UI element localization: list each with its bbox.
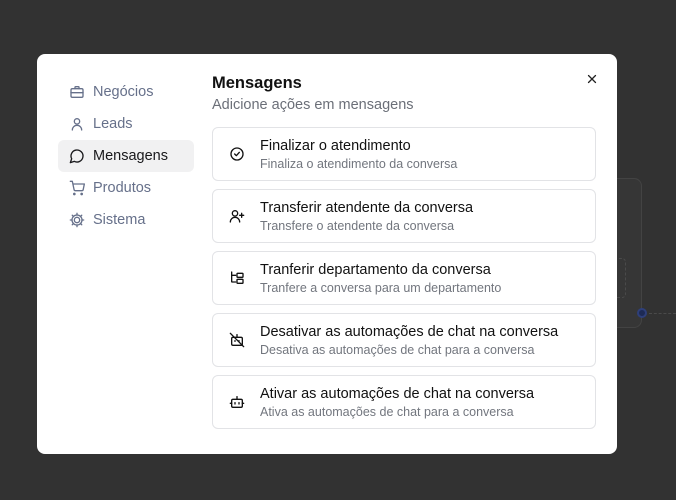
sidebar-item-label: Negócios — [93, 84, 154, 100]
shopping-cart-icon — [69, 180, 85, 196]
action-description: Desativa as automações de chat para a co… — [260, 343, 535, 357]
action-desativar-automacoes[interactable]: Desativar as automações de chat na conve… — [212, 313, 596, 367]
category-sidebar: Negócios Leads Mensagens Produtos Sistem… — [58, 76, 194, 236]
sidebar-item-mensagens[interactable]: Mensagens — [58, 140, 194, 172]
action-description: Tranfere a conversa para um departamento — [260, 281, 502, 295]
action-description: Transfere o atendente da conversa — [260, 219, 455, 233]
action-transferir-departamento[interactable]: Tranferir departamento da conversa Tranf… — [212, 251, 596, 305]
user-icon — [69, 116, 85, 132]
sidebar-item-label: Produtos — [93, 180, 152, 196]
action-title: Desativar as automações de chat na conve… — [260, 324, 559, 340]
action-description: Ativa as automações de chat para a conve… — [260, 405, 514, 419]
background-node-handle — [637, 308, 647, 318]
action-title: Ativar as automações de chat na conversa — [260, 386, 535, 402]
sidebar-item-label: Leads — [93, 116, 133, 132]
action-ativar-automacoes[interactable]: Ativar as automações de chat na conversa… — [212, 375, 596, 429]
sidebar-item-leads[interactable]: Leads — [58, 108, 194, 140]
action-finalizar-atendimento[interactable]: Finalizar o atendimento Finaliza o atend… — [212, 127, 596, 181]
sidebar-item-label: Mensagens — [93, 148, 168, 164]
action-title: Finalizar o atendimento — [260, 138, 411, 154]
sidebar-item-sistema[interactable]: Sistema — [58, 204, 194, 236]
action-title: Transferir atendente da conversa — [260, 200, 474, 216]
bot-off-icon — [229, 332, 245, 348]
sidebar-item-negocios[interactable]: Negócios — [58, 76, 194, 108]
cog-icon — [69, 212, 85, 228]
panel-subtitle: Adicione ações em mensagens — [212, 97, 414, 113]
background-edge — [649, 313, 676, 314]
circle-check-icon — [229, 146, 245, 162]
add-action-modal: Negócios Leads Mensagens Produtos Sistem… — [37, 54, 617, 454]
action-title: Tranferir departamento da conversa — [260, 262, 491, 278]
action-description: Finaliza o atendimento da conversa — [260, 157, 458, 171]
action-list: Finalizar o atendimento Finaliza o atend… — [212, 127, 596, 429]
panel-title: Mensagens — [212, 74, 302, 92]
sidebar-item-produtos[interactable]: Produtos — [58, 172, 194, 204]
action-transferir-atendente[interactable]: Transferir atendente da conversa Transfe… — [212, 189, 596, 243]
actions-panel: Mensagens Adicione ações em mensagens Fi… — [212, 74, 596, 437]
sidebar-item-label: Sistema — [93, 212, 146, 228]
bot-icon — [229, 394, 245, 410]
message-circle-icon — [69, 148, 85, 164]
folder-tree-icon — [229, 270, 245, 286]
briefcase-icon — [69, 84, 85, 100]
user-plus-icon — [229, 208, 245, 224]
